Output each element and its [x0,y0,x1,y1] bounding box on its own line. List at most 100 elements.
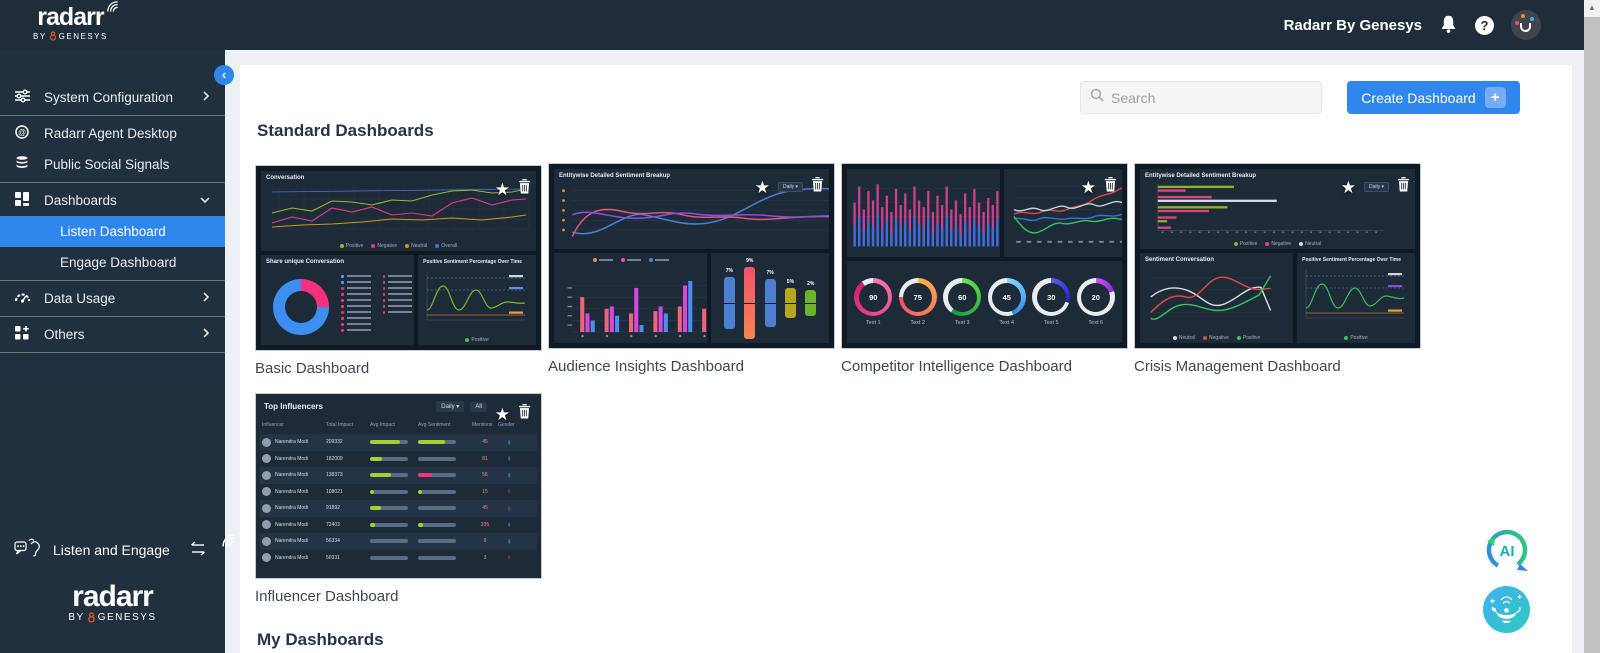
legend-item [341,281,371,284]
column-header: Avg Impact [370,422,395,428]
legend-item: Neutral [1299,241,1321,247]
create-dashboard-button[interactable]: Create Dashboard + [1347,81,1520,114]
avg-sentiment-bar [418,539,456,544]
sidebar-item-others[interactable]: Others [0,319,225,350]
influencer-name: Narendra Modi [275,472,309,479]
dashboard-card-crisis-management: ★ Daily ▾ Entitywise Detailed Sentiment … [1134,163,1421,375]
delete-icon[interactable] [811,177,824,197]
scroll-up-icon[interactable]: ▲ [1584,0,1600,16]
database-icon [14,155,31,174]
legend-item [341,287,371,290]
dashboard-thumbnail[interactable]: ★ Daily ▾ Entitywise Detailed Sentiment … [1134,163,1421,349]
mentions-value: 45 [482,439,488,446]
total-impact-value: 108021 [326,488,343,495]
delete-icon[interactable] [518,179,531,199]
mentions-value: 81 [482,455,488,462]
favorite-icon[interactable]: ★ [495,181,510,198]
sidebar-subitem-label: Listen Dashboard [60,224,166,239]
logo-word: radarr [72,580,154,613]
genie-lamp-button[interactable] [1483,586,1530,633]
favorite-icon[interactable]: ★ [755,179,770,196]
gender-icon: ♀ [506,487,512,497]
mini-chart-title: Sentiment Conversation [1145,257,1215,263]
table-row[interactable]: Narendra Modi 50331 3 ♀ [260,550,537,567]
sidebar-item-label: Radarr Agent Desktop [44,126,177,141]
chart-legend: Neutral Negative Positive [1140,335,1293,341]
legend-item [620,258,641,262]
sidebar-item-listen-dashboard[interactable]: Listen Dashboard [0,216,225,247]
gender-icon: ♀ [506,553,512,563]
table-row[interactable]: Narendra Modi 138373 56 ♀ [260,467,537,484]
dashboard-card-title: Crisis Management Dashboard [1134,358,1341,375]
positive-sentiment-chart [1305,270,1405,319]
range-select[interactable]: Daily ▾ [777,182,803,192]
range-select[interactable]: Daily ▾ [436,401,465,412]
svg-text:AI: AI [1500,543,1515,560]
delete-icon[interactable] [1104,177,1117,197]
account-button[interactable] [1511,10,1541,40]
avg-impact-bar [370,506,408,511]
positive-sentiment-chart [426,272,526,321]
swap-icon[interactable] [188,540,208,559]
listen-and-engage-toggle[interactable]: Listen and Engage [0,537,225,562]
range-select[interactable]: Daily ▾ [1363,182,1389,192]
pill-bar: 2% [805,281,817,316]
delete-icon[interactable] [1397,177,1410,197]
radar-waves-icon [107,1,118,12]
favorite-icon[interactable]: ★ [495,406,510,423]
dashboard-thumbnail[interactable]: ★ Conversation Positive Negative Neutral Ov… [255,165,542,351]
dashboard-thumbnail[interactable]: ★ Daily ▾ Entitywise Detailed Sentiment … [548,163,835,349]
scrollbar-thumb[interactable] [1584,17,1600,653]
table-row[interactable]: Narendra Modi 209332 45 ♀ [260,434,537,451]
legend-item: Negative [1265,241,1291,247]
gauge: 60 Text 3 [943,278,982,326]
search-input[interactable] [1111,89,1312,106]
sidebar-subitem-label: Engage Dashboard [60,255,177,270]
legend-item: Positive [1236,335,1260,341]
delete-icon[interactable] [518,404,531,424]
table-row[interactable]: Narendra Modi 108021 15 ♀ [260,484,537,501]
legend-item [592,258,613,262]
filter-select[interactable]: All [470,401,487,412]
sidebar-item-public-social-signals[interactable]: Public Social Signals [0,149,225,180]
listen-and-engage-label: Listen and Engage [53,541,170,558]
sidebar-item-data-usage[interactable]: Data Usage [0,283,225,314]
sidebar-item-system-configuration[interactable]: System Configuration [0,82,225,113]
sidebar-footer: Listen and Engage radarr BY GENESYS [0,534,235,623]
chart-legend: Positive [1297,335,1415,341]
chart-legend: Positive Negative Neutral [1140,241,1415,247]
sidebar-item-engage-dashboard[interactable]: Engage Dashboard [0,247,225,278]
legend-item [382,305,412,308]
avg-impact-bar [370,489,408,494]
total-impact-value: 50331 [326,554,340,561]
ai-assistant-button[interactable]: AI [1480,524,1534,578]
legend-item [382,281,412,284]
avatar [262,487,271,497]
help-button[interactable]: ? [1475,15,1494,35]
radarr-logo: radarr BY GENESYS [33,1,118,41]
conversation-line-chart [271,185,530,230]
table-row[interactable]: Narendra Modi 72403 235 ♀ [260,517,537,534]
table-row[interactable]: Narendra Modi 91892 45 ♀ [260,500,537,517]
sidebar-item-dashboards[interactable]: Dashboards [0,185,225,216]
score-gauges: 90 Text 1 75 Text 2 60 Text 3 45 Text 4 … [847,261,1122,343]
table-row[interactable]: Narendra Modi 56334 9 ♀ [260,533,537,550]
table-row[interactable]: Narendra Modi 182009 81 ♀ [260,451,537,468]
influencer-name: Narendra Modi [275,538,309,545]
favorite-icon[interactable]: ★ [1341,179,1356,196]
chevron-right-icon [201,90,211,105]
sidebar-item-radarr-agent-desktop[interactable]: @ Radarr Agent Desktop [0,118,225,149]
mini-chart-title: Positive Sentiment Percentage Over Time [1302,257,1402,263]
gauge: 45 Text 4 [987,278,1026,326]
legend-item: Positive [1344,335,1368,341]
notifications-button[interactable] [1439,14,1458,37]
legend-item [341,329,371,332]
mini-chart-title: Positive Sentiment Percentage Over Time [423,259,523,265]
dashboard-card-influencer: ★ Top Influencers Daily ▾ All Influencer… [255,393,542,605]
avatar [262,454,271,464]
influencer-name: Narendra Modi [275,505,309,512]
dashboard-thumbnail[interactable]: ★ 90 Text 1 75 Text 2 60 Text 3 45 Text … [841,163,1128,349]
dashboard-thumbnail[interactable]: ★ Top Influencers Daily ▾ All Influencer… [255,393,542,579]
sidebar-collapse-button[interactable]: ‹ [214,65,234,85]
favorite-icon[interactable]: ★ [1081,179,1096,196]
